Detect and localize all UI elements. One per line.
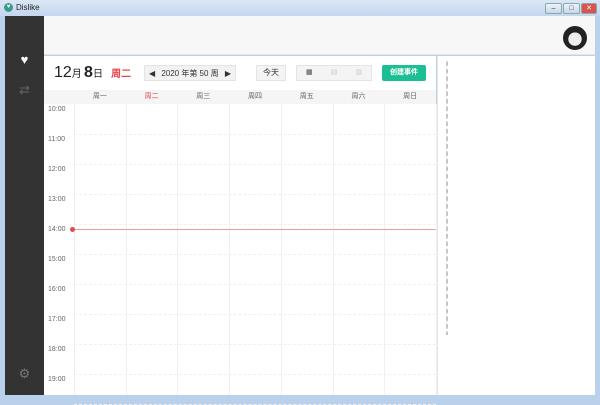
time-label: 13:00 <box>48 196 66 203</box>
time-label: 12:00 <box>48 166 66 173</box>
window-title: Dislike <box>16 3 40 12</box>
time-label: 11:00 <box>48 136 65 143</box>
time-row: 10:00 <box>44 104 436 135</box>
day: 8 <box>84 64 93 81</box>
time-label: 14:00 <box>48 226 66 233</box>
time-label: 15:00 <box>48 256 66 263</box>
weekday: 周二 <box>111 69 132 80</box>
day-unit: 日 <box>92 69 103 80</box>
time-row: 17:00 <box>44 314 436 345</box>
title-bar: ♥ Dislike – □ ✕ <box>0 0 600 16</box>
day-header-4: 周四 <box>248 93 263 100</box>
current-time-line <box>70 227 436 232</box>
right-panel <box>437 56 595 395</box>
heart-icon[interactable]: ♥ <box>5 52 44 67</box>
month-unit: 月 <box>71 69 82 80</box>
day-header-3: 周三 <box>196 93 211 100</box>
today-button[interactable]: 今天 <box>256 65 286 81</box>
close-button[interactable]: ✕ <box>581 3 597 14</box>
settings-gear-icon[interactable]: ⚙ <box>5 366 44 382</box>
time-row: 18:00 <box>44 344 436 375</box>
month: 12 <box>54 64 72 81</box>
calendar-main: 12月 8日 周二 ◀ 2020 年第 50 周 ▶ 今天 ▦ ▤ ▥ 创建事件… <box>44 56 437 405</box>
day-header-1: 周一 <box>92 93 107 100</box>
day-header-6: 周六 <box>351 93 366 100</box>
time-row: 12:00 <box>44 164 436 195</box>
sidebar: ♥ ⇄ ⚙ <box>5 16 44 395</box>
week-navigator: ◀ 2020 年第 50 周 ▶ <box>144 65 236 81</box>
view-switcher: ▦ ▤ ▥ <box>296 65 372 81</box>
day-header-2: 周二 <box>144 93 159 100</box>
day-header-5: 周五 <box>299 93 314 100</box>
time-label: 17:00 <box>48 316 66 323</box>
current-date: 12月 8日 周二 <box>54 64 131 82</box>
time-grid[interactable]: 10:00 11:00 12:00 13:00 14:00 15:00 16:00 17:00… <box>44 104 437 405</box>
time-label: 19:00 <box>48 376 66 383</box>
app-icon: ♥ <box>4 3 13 12</box>
dotted-divider <box>446 60 448 335</box>
day-header-7: 周日 <box>403 93 418 100</box>
week-label: 2020 年第 50 周 <box>161 68 219 78</box>
day-header: 周一 周二 周三 周四 周五 周六 周日 <box>44 90 436 104</box>
time-row: 15:00 <box>44 254 436 285</box>
create-event-button[interactable]: 创建事件 <box>382 65 426 81</box>
time-row: 11:00 <box>44 134 436 165</box>
time-label: 10:00 <box>48 106 66 113</box>
time-label: 18:00 <box>48 346 66 353</box>
minimize-button[interactable]: – <box>545 3 562 14</box>
week-view-icon[interactable]: ▦ <box>297 66 322 80</box>
list-view-icon[interactable]: ▤ <box>322 66 347 80</box>
next-week-icon[interactable]: ▶ <box>225 69 231 78</box>
time-label: 16:00 <box>48 286 66 293</box>
header <box>44 16 595 55</box>
time-row: 16:00 <box>44 284 436 315</box>
month-view-icon[interactable]: ▥ <box>346 66 371 80</box>
prev-week-icon[interactable]: ◀ <box>149 69 155 78</box>
maximize-button[interactable]: □ <box>563 3 580 14</box>
sync-icon[interactable]: ⇄ <box>5 82 44 98</box>
avatar[interactable] <box>563 26 587 50</box>
time-row: 13:00 <box>44 194 436 225</box>
